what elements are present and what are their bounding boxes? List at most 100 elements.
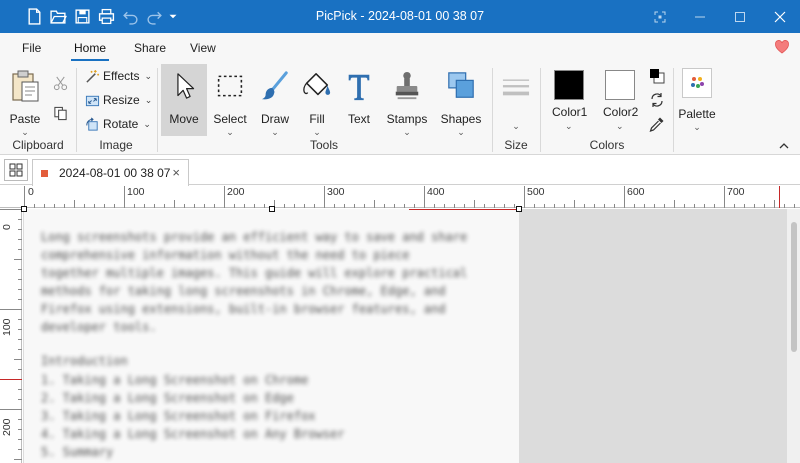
line-width-icon <box>499 68 533 104</box>
window-controls <box>640 0 800 33</box>
quick-access-toolbar <box>0 5 180 29</box>
effects-icon <box>84 68 100 84</box>
ribbon: Paste ⌄ Clipboard Effects ⌄ Resize ⌄ Rot… <box>0 62 800 155</box>
selection-rectangle-icon <box>213 68 247 104</box>
resize-icon <box>84 92 100 108</box>
document-tab-name: 2024-08-01 00 38 07 <box>59 166 171 180</box>
fill-label: Fill <box>309 112 325 126</box>
copy-icon[interactable] <box>50 104 70 122</box>
palette-label: Palette <box>678 107 716 121</box>
size-group-label: Size <box>504 138 528 152</box>
text-t-icon <box>342 68 376 104</box>
heart-icon[interactable] <box>774 39 790 55</box>
color1-label[interactable]: Color1 <box>552 105 587 119</box>
resize-handle[interactable] <box>516 206 522 212</box>
paint-bucket-icon <box>300 68 334 104</box>
close-tab-icon[interactable]: × <box>172 165 180 180</box>
paintbrush-icon <box>258 68 292 104</box>
shapes-tool-button[interactable]: Shapes ⌄ <box>438 64 484 137</box>
clipboard-group-label: Clipboard <box>12 138 64 152</box>
scrollbar-thumb[interactable] <box>791 222 797 352</box>
divider <box>673 68 674 152</box>
chevron-down-icon: ⌄ <box>313 127 321 137</box>
palette-button[interactable]: Palette ⌄ <box>677 64 717 136</box>
size-button[interactable]: ⌄ <box>496 64 536 136</box>
ruler-label: 500 <box>527 186 545 198</box>
palette-icon <box>682 68 712 98</box>
ruler-label: 0 <box>1 224 13 230</box>
customize-dropdown-icon[interactable] <box>166 5 180 29</box>
ruler-label: 600 <box>627 186 645 198</box>
color2-label[interactable]: Color2 <box>603 105 638 119</box>
tools-group-label: Tools <box>309 138 338 152</box>
resize-handle[interactable] <box>21 206 27 212</box>
ruler-cursor-marker <box>779 186 780 208</box>
close-icon[interactable] <box>760 0 800 33</box>
stamp-icon <box>390 68 424 104</box>
document-text-line: Long screenshots provide an efficient wa… <box>41 230 468 244</box>
ruler-label: 0 <box>28 186 34 198</box>
ruler-label: 700 <box>727 186 745 198</box>
ruler-label: 200 <box>1 418 13 436</box>
vertical-ruler: 0 100 200 <box>0 208 22 463</box>
resize-handle[interactable] <box>269 206 275 212</box>
stamps-tool-button[interactable]: Stamps ⌄ <box>384 64 430 137</box>
stamps-label: Stamps <box>386 112 428 126</box>
chevron-down-icon: ⌄ <box>144 94 153 105</box>
chevron-down-icon: ⌄ <box>21 127 29 137</box>
move-tool-button[interactable]: Move <box>161 64 207 136</box>
horizontal-ruler-ticks <box>24 186 795 208</box>
default-colors-icon[interactable] <box>649 68 665 84</box>
fill-tool-button[interactable]: Fill ⌄ <box>298 64 336 137</box>
document-text-line: Introduction <box>41 354 128 368</box>
title-bar: PicPick - 2024-08-01 00 38 07 <box>0 0 800 33</box>
resize-label: Resize <box>103 93 140 107</box>
color2-swatch[interactable] <box>605 70 635 100</box>
menu-tab-home[interactable]: Home <box>70 41 110 61</box>
capture-icon[interactable] <box>640 0 680 33</box>
ruler-label: 100 <box>127 186 145 198</box>
text-tool-button[interactable]: Text <box>340 64 378 136</box>
menu-tab-file[interactable]: File <box>22 41 41 55</box>
collapse-ribbon-icon[interactable] <box>778 140 790 150</box>
print-icon[interactable] <box>94 5 118 29</box>
horizontal-ruler: 0 100 200 300 400 500 600 700 <box>0 186 800 208</box>
document-text-line: 5. Summary <box>41 445 114 459</box>
clipboard-icon <box>8 68 42 104</box>
cut-icon[interactable] <box>50 74 70 92</box>
document-text-line: developer tools. <box>41 320 157 334</box>
shapes-label: Shapes <box>440 112 482 126</box>
grid-view-icon[interactable] <box>4 159 28 181</box>
document-text-line: together multiple images. This guide wil… <box>41 266 468 280</box>
menu-tab-view[interactable]: View <box>190 41 216 55</box>
chevron-down-icon: ⌄ <box>565 121 573 131</box>
undo-icon[interactable] <box>118 5 142 29</box>
save-icon[interactable] <box>70 5 94 29</box>
effects-button[interactable]: Effects ⌄ <box>84 65 152 87</box>
document-marker <box>41 169 48 177</box>
select-tool-button[interactable]: Select ⌄ <box>209 64 251 137</box>
swap-colors-icon[interactable] <box>649 92 665 108</box>
new-file-icon[interactable] <box>22 5 46 29</box>
effects-label: Effects <box>103 69 140 83</box>
open-folder-icon[interactable] <box>46 5 70 29</box>
colors-group-label: Colors <box>589 138 625 152</box>
redo-icon[interactable] <box>142 5 166 29</box>
select-label: Select <box>213 112 247 126</box>
paste-label: Paste <box>9 112 41 126</box>
screenshot-image[interactable]: Long screenshots provide an efficient wa… <box>24 209 519 463</box>
draw-tool-button[interactable]: Draw ⌄ <box>255 64 295 137</box>
minimize-icon[interactable] <box>680 0 720 33</box>
paste-button[interactable]: Paste ⌄ <box>6 64 44 137</box>
menu-tab-share[interactable]: Share <box>134 41 166 55</box>
rotate-button[interactable]: Rotate ⌄ <box>84 113 151 135</box>
maximize-icon[interactable] <box>720 0 760 33</box>
chevron-down-icon: ⌄ <box>271 127 279 137</box>
document-tab[interactable]: 2024-08-01 00 38 07 × <box>32 159 189 186</box>
document-text-line: 3. Taking a Long Screenshot on Firefox <box>41 409 316 423</box>
eyedropper-icon[interactable] <box>649 116 665 132</box>
selection-guide-line <box>409 209 519 210</box>
chevron-down-icon: ⌄ <box>143 118 151 129</box>
resize-button[interactable]: Resize ⌄ <box>84 89 152 111</box>
color1-swatch[interactable] <box>554 70 584 100</box>
